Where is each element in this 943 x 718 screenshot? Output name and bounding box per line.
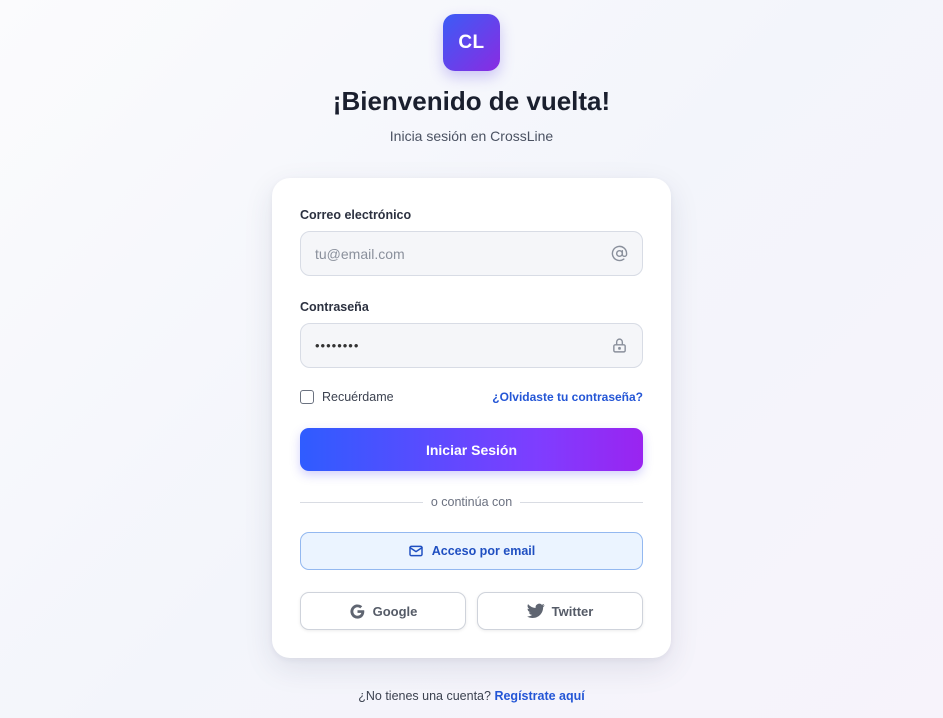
twitter-button[interactable]: Twitter <box>477 592 643 630</box>
divider-line-right <box>520 501 643 503</box>
logo-text: CL <box>458 31 485 53</box>
page-subtitle: Inicia sesión en CrossLine <box>389 128 554 144</box>
register-link[interactable]: Regístrate aquí <box>494 689 584 703</box>
google-label: Google <box>372 603 418 619</box>
mail-icon <box>408 543 424 559</box>
page-title: ¡Bienvenido de vuelta! <box>332 86 611 116</box>
forgot-password-link[interactable]: ¿Olvidaste tu contraseña? <box>492 390 643 404</box>
password-field-wrapper <box>300 323 643 368</box>
google-icon <box>349 603 366 620</box>
twitter-icon <box>526 603 545 619</box>
password-label: Contraseña <box>300 300 369 314</box>
email-access-button[interactable]: Acceso por email <box>300 532 643 570</box>
email-field[interactable] <box>315 245 610 262</box>
google-button[interactable]: Google <box>300 592 466 630</box>
email-access-label: Acceso por email <box>431 544 536 558</box>
email-label: Correo electrónico <box>300 208 412 222</box>
divider: o continúa con <box>300 494 643 510</box>
twitter-label: Twitter <box>551 603 594 619</box>
remember-checkbox[interactable] <box>300 390 314 404</box>
signup-prompt-text: ¿No tienes una cuenta? <box>358 689 491 703</box>
divider-text: o continúa con <box>430 495 513 509</box>
app-logo: CL <box>443 14 500 71</box>
remember-label: Recuérdame <box>322 390 394 404</box>
signup-prompt: ¿No tienes una cuenta? Regístrate aquí <box>0 689 943 703</box>
divider-line-left <box>300 501 423 503</box>
remember-me[interactable]: Recuérdame <box>300 390 394 404</box>
email-field-wrapper <box>300 231 643 276</box>
login-button[interactable]: Iniciar Sesión <box>300 428 643 471</box>
password-field[interactable] <box>315 338 610 353</box>
login-card: Correo electrónico Contraseña Recuérdame… <box>272 178 671 658</box>
lock-icon <box>610 337 628 355</box>
at-sign-icon <box>610 245 628 263</box>
